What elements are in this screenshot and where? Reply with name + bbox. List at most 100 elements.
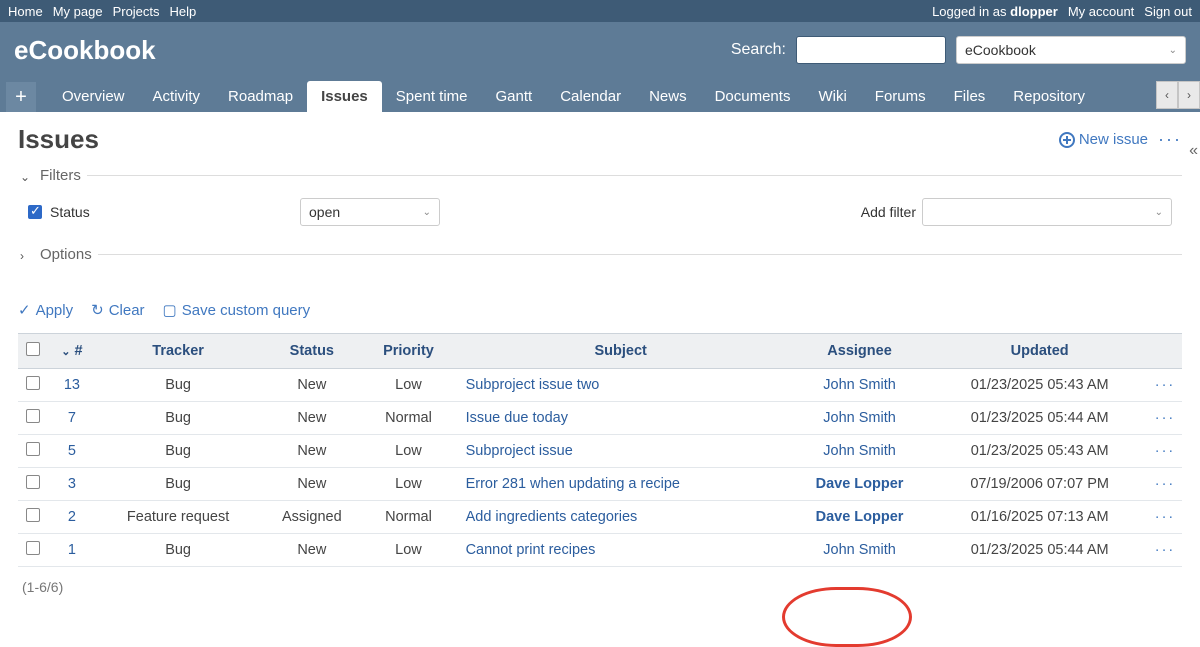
current-user[interactable]: dlopper: [1010, 4, 1058, 19]
chevron-down-icon: ⌄: [1155, 207, 1163, 218]
row-checkbox[interactable]: [26, 508, 40, 522]
issue-id-link[interactable]: 1: [68, 542, 76, 558]
options-legend[interactable]: › Options: [18, 246, 98, 263]
cell-priority: Low: [363, 369, 453, 402]
cell-priority: Normal: [363, 402, 453, 435]
top-menu-right: Logged in as dlopper My account Sign out: [932, 4, 1192, 19]
tab-gantt[interactable]: Gantt: [482, 81, 547, 112]
tabs-scroll-left[interactable]: ‹: [1156, 81, 1178, 109]
col-id[interactable]: ⌄#: [48, 334, 96, 369]
nav-home[interactable]: Home: [8, 4, 43, 19]
chevron-down-icon: ⌄: [1169, 45, 1177, 56]
row-checkbox[interactable]: [26, 541, 40, 555]
cell-priority: Normal: [363, 501, 453, 534]
tab-repository[interactable]: Repository: [999, 81, 1099, 112]
assignee-link[interactable]: John Smith: [823, 443, 896, 459]
cell-updated: 01/23/2025 05:43 AM: [931, 369, 1148, 402]
tabs-scroll-right[interactable]: ›: [1178, 81, 1200, 109]
cell-status: Assigned: [260, 501, 363, 534]
tab-issues[interactable]: Issues: [307, 81, 382, 112]
plus-circle-icon: [1059, 132, 1075, 148]
issue-id-link[interactable]: 3: [68, 476, 76, 492]
cell-status: New: [260, 435, 363, 468]
select-all-checkbox[interactable]: [26, 342, 40, 356]
cell-tracker: Bug: [96, 402, 260, 435]
assignee-link[interactable]: Dave Lopper: [816, 509, 904, 525]
row-actions-icon[interactable]: ···: [1155, 410, 1176, 426]
apply-link[interactable]: ✓Apply: [18, 301, 73, 319]
check-icon: ✓: [18, 301, 31, 319]
issue-subject-link[interactable]: Subproject issue: [466, 443, 573, 459]
chevron-down-icon: ⌄: [20, 170, 30, 184]
search-input[interactable]: [796, 36, 946, 64]
row-actions-icon[interactable]: ···: [1155, 542, 1176, 558]
col-assignee[interactable]: Assignee: [788, 334, 932, 369]
issue-id-link[interactable]: 13: [64, 377, 80, 393]
tab-calendar[interactable]: Calendar: [546, 81, 635, 112]
cell-priority: Low: [363, 468, 453, 501]
status-filter-checkbox[interactable]: [28, 205, 42, 219]
issue-id-link[interactable]: 7: [68, 410, 76, 426]
issue-subject-link[interactable]: Add ingredients categories: [466, 509, 638, 525]
issue-id-link[interactable]: 5: [68, 443, 76, 459]
row-checkbox[interactable]: [26, 442, 40, 456]
nav-sign-out[interactable]: Sign out: [1144, 4, 1192, 19]
new-object-button[interactable]: +: [6, 82, 36, 112]
table-row[interactable]: 5BugNewLowSubproject issueJohn Smith01/2…: [18, 435, 1182, 468]
table-row[interactable]: 2Feature requestAssignedNormalAdd ingred…: [18, 501, 1182, 534]
status-operator-select[interactable]: open ⌄: [300, 198, 440, 226]
nav-projects[interactable]: Projects: [113, 4, 160, 19]
filters-legend[interactable]: ⌄ Filters: [18, 167, 87, 184]
assignee-link[interactable]: Dave Lopper: [816, 476, 904, 492]
status-filter-label: Status: [50, 204, 300, 220]
top-menu: Home My page Projects Help Logged in as …: [0, 0, 1200, 22]
tab-wiki[interactable]: Wiki: [804, 81, 860, 112]
table-row[interactable]: 3BugNewLowError 281 when updating a reci…: [18, 468, 1182, 501]
assignee-link[interactable]: John Smith: [823, 542, 896, 558]
issue-subject-link[interactable]: Error 281 when updating a recipe: [466, 476, 680, 492]
main-tabs: + Overview Activity Roadmap Issues Spent…: [0, 78, 1200, 112]
tab-files[interactable]: Files: [940, 81, 1000, 112]
issue-subject-link[interactable]: Issue due today: [466, 410, 568, 426]
tab-spent-time[interactable]: Spent time: [382, 81, 482, 112]
cell-tracker: Bug: [96, 435, 260, 468]
actions-menu-icon[interactable]: ···: [1158, 129, 1182, 150]
cell-updated: 01/23/2025 05:44 AM: [931, 534, 1148, 567]
col-tracker[interactable]: Tracker: [96, 334, 260, 369]
tab-forums[interactable]: Forums: [861, 81, 940, 112]
row-checkbox[interactable]: [26, 409, 40, 423]
new-issue-link[interactable]: New issue: [1059, 131, 1148, 148]
assignee-link[interactable]: John Smith: [823, 377, 896, 393]
chevron-right-icon: ›: [20, 249, 24, 263]
assignee-link[interactable]: John Smith: [823, 410, 896, 426]
tab-news[interactable]: News: [635, 81, 701, 112]
col-updated[interactable]: Updated: [931, 334, 1148, 369]
col-subject[interactable]: Subject: [454, 334, 788, 369]
row-actions-icon[interactable]: ···: [1155, 476, 1176, 492]
tab-overview[interactable]: Overview: [48, 81, 139, 112]
tab-roadmap[interactable]: Roadmap: [214, 81, 307, 112]
nav-help[interactable]: Help: [170, 4, 197, 19]
table-row[interactable]: 1BugNewLowCannot print recipesJohn Smith…: [18, 534, 1182, 567]
row-actions-icon[interactable]: ···: [1155, 509, 1176, 525]
row-checkbox[interactable]: [26, 475, 40, 489]
save-query-link[interactable]: ▢Save custom query: [163, 301, 311, 319]
table-row[interactable]: 13BugNewLowSubproject issue twoJohn Smit…: [18, 369, 1182, 402]
issue-id-link[interactable]: 2: [68, 509, 76, 525]
row-actions-icon[interactable]: ···: [1155, 443, 1176, 459]
clear-link[interactable]: ↻Clear: [91, 301, 144, 319]
issue-subject-link[interactable]: Subproject issue two: [466, 377, 600, 393]
nav-my-page[interactable]: My page: [53, 4, 103, 19]
tab-activity[interactable]: Activity: [139, 81, 215, 112]
row-actions-icon[interactable]: ···: [1155, 377, 1176, 393]
issue-subject-link[interactable]: Cannot print recipes: [466, 542, 596, 558]
row-checkbox[interactable]: [26, 376, 40, 390]
cell-priority: Low: [363, 435, 453, 468]
add-filter-select[interactable]: ⌄: [922, 198, 1172, 226]
col-priority[interactable]: Priority: [363, 334, 453, 369]
table-row[interactable]: 7BugNewNormalIssue due todayJohn Smith01…: [18, 402, 1182, 435]
col-status[interactable]: Status: [260, 334, 363, 369]
nav-my-account[interactable]: My account: [1068, 4, 1134, 19]
tab-documents[interactable]: Documents: [701, 81, 805, 112]
project-jump-select[interactable]: eCookbook ⌄: [956, 36, 1186, 64]
